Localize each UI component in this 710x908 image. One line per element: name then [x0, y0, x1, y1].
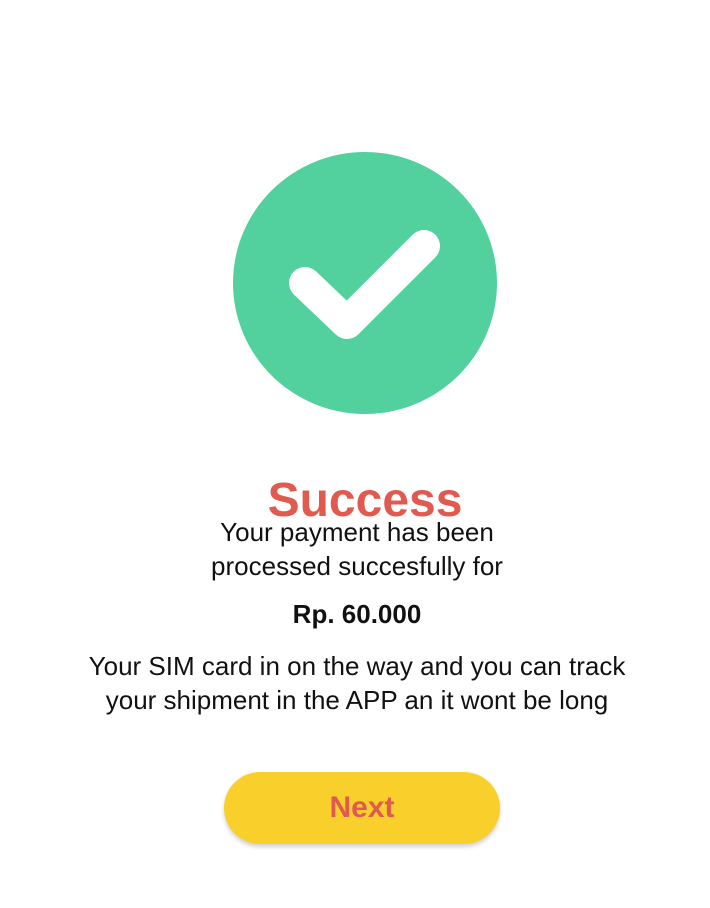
shipment-message: Your SIM card in on the way and you can …	[0, 649, 710, 717]
payment-success-screen: Success Your payment has been processed …	[0, 0, 710, 908]
payment-message-line-2: processed succesfully for	[211, 551, 503, 581]
shipment-message-line-1: Your SIM card in on the way and you can …	[88, 651, 626, 681]
shipment-message-line-2: your shipment in the APP an it wont be l…	[105, 685, 609, 715]
payment-amount: Rp. 60.000	[292, 599, 422, 629]
next-button[interactable]: Next	[224, 772, 500, 844]
payment-message-line-1: Your payment has been	[220, 517, 494, 547]
success-check-icon	[233, 152, 497, 414]
payment-message: Your payment has been processed succesfu…	[0, 515, 710, 583]
checkmark-icon	[289, 230, 440, 339]
